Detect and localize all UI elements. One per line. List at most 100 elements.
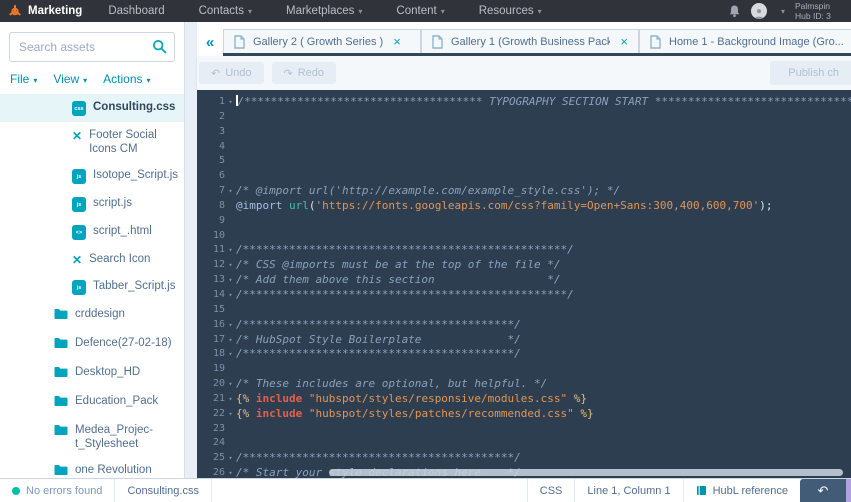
- fold-arrow-icon[interactable]: ▾: [225, 288, 236, 303]
- nav-item-dashboard[interactable]: Dashboard: [108, 5, 164, 17]
- token-cm: /************************************ TY…: [237, 95, 851, 108]
- fold-arrow-icon[interactable]: ▾: [225, 243, 236, 258]
- file-item-isotope-script-js[interactable]: js Isotope_Script.js: [0, 162, 184, 190]
- horizontal-scrollbar[interactable]: [329, 469, 843, 476]
- code-line[interactable]: 20 ▾/* These includes are optional, but h…: [197, 377, 851, 392]
- fold-arrow-icon[interactable]: ▾: [225, 318, 236, 333]
- folder-item-one-revolution[interactable]: one Revolution: [0, 457, 184, 478]
- code-line[interactable]: 16 ▾/************************************…: [197, 318, 851, 333]
- publish-changes-button[interactable]: Publish ch: [770, 61, 851, 85]
- user-avatar[interactable]: [750, 3, 767, 19]
- code-line[interactable]: 11 ▾/************************************…: [197, 243, 851, 258]
- code-line[interactable]: 24: [197, 436, 851, 451]
- code-line[interactable]: 6: [197, 169, 851, 184]
- editor-tab-home-1-backg[interactable]: Home 1 - Background Image (Gro...×: [639, 29, 851, 53]
- file-item-search-icon[interactable]: ✕ Search Icon: [0, 246, 184, 273]
- line-number: 10: [212, 229, 225, 241]
- folder-item-education-pack[interactable]: Education_Pack: [0, 388, 184, 417]
- code-line[interactable]: 23: [197, 422, 851, 437]
- code-line[interactable]: 21 ▾ {% include "hubspot/styles/responsive…: [197, 392, 851, 407]
- code-line[interactable]: 7 ▾/* @import url('http://example.com/exa…: [197, 184, 851, 199]
- fold-arrow-icon[interactable]: ▾: [225, 273, 236, 288]
- statusbar-filename[interactable]: Consulting.css: [115, 479, 212, 502]
- collapse-tabs-icon[interactable]: «: [197, 29, 223, 56]
- code-line[interactable]: 25 ▾/************************************…: [197, 451, 851, 466]
- folder-item-crddesign[interactable]: crddesign: [0, 301, 184, 330]
- fold-arrow-icon[interactable]: ▾: [225, 407, 236, 422]
- editor-pane: « Gallery 2 ( Growth Series ) × Gallery 1 …: [185, 22, 851, 478]
- folder-item-medea-projec-t-stylesheet[interactable]: Medea_Projec-t_Stylesheet: [0, 417, 184, 457]
- notifications-bell-icon[interactable]: [728, 4, 741, 18]
- fold-arrow-icon[interactable]: ▾: [225, 377, 236, 392]
- fold-arrow-icon[interactable]: ▾: [225, 333, 236, 348]
- nav-item-contacts[interactable]: Contacts ▾: [199, 5, 252, 17]
- menu-actions[interactable]: Actions ▾: [103, 72, 150, 86]
- redo-button[interactable]: ↷ Redo: [271, 62, 337, 84]
- code-line[interactable]: 17 ▾/* HubSpot Style Boilerplate */: [197, 333, 851, 348]
- code-line[interactable]: 8 @import url('https://fonts.googleapis.c…: [197, 199, 851, 214]
- language-mode[interactable]: CSS: [526, 479, 575, 502]
- fold-gutter: [225, 303, 236, 318]
- account-name: Palmspin: [795, 1, 830, 11]
- file-item-script-js[interactable]: js script.js: [0, 190, 184, 218]
- code-line[interactable]: 22 ▾ {% include "hubspot/styles/patches/re…: [197, 407, 851, 422]
- file-item-footer-social-icons-cm[interactable]: ✕ Footer Social Icons CM: [0, 122, 184, 162]
- hubl-reference-link[interactable]: HubL reference: [682, 479, 800, 502]
- custom-module-icon: ✕: [72, 253, 83, 267]
- code-line[interactable]: 18 ▾/************************************…: [197, 347, 851, 362]
- fold-arrow-icon[interactable]: ▾: [225, 184, 236, 199]
- file-item-tabber-script-js[interactable]: js Tabber_Script.js: [0, 273, 184, 301]
- code-line[interactable]: 13 ▾/* Add them above this section */: [197, 273, 851, 288]
- hubspot-sprocket-icon[interactable]: [8, 4, 22, 19]
- fold-arrow-icon[interactable]: ▾: [225, 95, 236, 110]
- account-caret-down-icon[interactable]: ▾: [781, 7, 785, 16]
- code-line[interactable]: 3: [197, 125, 851, 140]
- token-pl: );: [759, 198, 773, 212]
- nav-item-marketplaces[interactable]: Marketplaces ▾: [286, 5, 362, 17]
- search-icon[interactable]: [152, 39, 167, 59]
- code-line[interactable]: 2: [197, 110, 851, 125]
- fold-arrow-icon[interactable]: ▾: [225, 451, 236, 466]
- fold-arrow-icon[interactable]: ▾: [225, 258, 236, 273]
- file-item-script-html[interactable]: <> script_.html: [0, 218, 184, 246]
- code-line[interactable]: 9: [197, 214, 851, 229]
- fold-arrow-icon[interactable]: ▾: [225, 392, 236, 407]
- editor-tab-gallery-1-gro[interactable]: Gallery 1 (Growth Business Pack) ×: [421, 29, 639, 53]
- folder-item-label: Defence(27-02-18): [75, 337, 172, 349]
- fold-arrow-icon[interactable]: ▾: [225, 347, 236, 362]
- app-title[interactable]: Marketing: [28, 5, 82, 17]
- token-cm: /***************************************…: [236, 287, 574, 301]
- code-editor[interactable]: 1 ▾/************************************ …: [197, 90, 851, 478]
- fold-arrow-icon[interactable]: ▾: [225, 466, 236, 478]
- folder-item-label: one Revolution: [75, 464, 152, 476]
- account-info[interactable]: Palmspin Hub ID: 3: [795, 1, 843, 21]
- code-line[interactable]: 10: [197, 229, 851, 244]
- menu-file[interactable]: File ▾: [10, 72, 37, 86]
- file-item-consulting-css[interactable]: css Consulting.css: [0, 94, 184, 122]
- code-line[interactable]: 4: [197, 140, 851, 155]
- tab-close-icon[interactable]: ×: [620, 34, 628, 49]
- nav-item-resources[interactable]: Resources ▾: [479, 5, 542, 17]
- code-line[interactable]: 5: [197, 154, 851, 169]
- code-line[interactable]: 19: [197, 362, 851, 377]
- code-text: /************************************ TY…: [236, 95, 851, 110]
- tab-close-icon[interactable]: ×: [393, 34, 401, 49]
- line-number: 9: [218, 214, 225, 226]
- nav-item-content[interactable]: Content ▾: [396, 5, 444, 17]
- menu-view[interactable]: View ▾: [53, 72, 87, 86]
- folder-item-defence-27-02-18[interactable]: Defence(27-02-18): [0, 330, 184, 359]
- code-line[interactable]: 15: [197, 303, 851, 318]
- editor-tab-gallery-2-gr[interactable]: Gallery 2 ( Growth Series ) ×: [223, 29, 421, 53]
- collapse-panel-button[interactable]: ↶: [800, 479, 846, 502]
- fold-gutter: [225, 362, 236, 377]
- fold-gutter: [225, 169, 236, 184]
- code-line[interactable]: 14 ▾/************************************…: [197, 288, 851, 303]
- folder-item-desktop-hd[interactable]: Desktop_HD: [0, 359, 184, 388]
- code-line[interactable]: 1 ▾/************************************ …: [197, 95, 851, 110]
- search-input[interactable]: [9, 32, 175, 62]
- code-line[interactable]: 12 ▾/* CSS @imports must be at the top of…: [197, 258, 851, 273]
- code-text: /* Add them above this section */: [236, 273, 851, 288]
- undo-button[interactable]: ↶ Undo: [199, 62, 264, 84]
